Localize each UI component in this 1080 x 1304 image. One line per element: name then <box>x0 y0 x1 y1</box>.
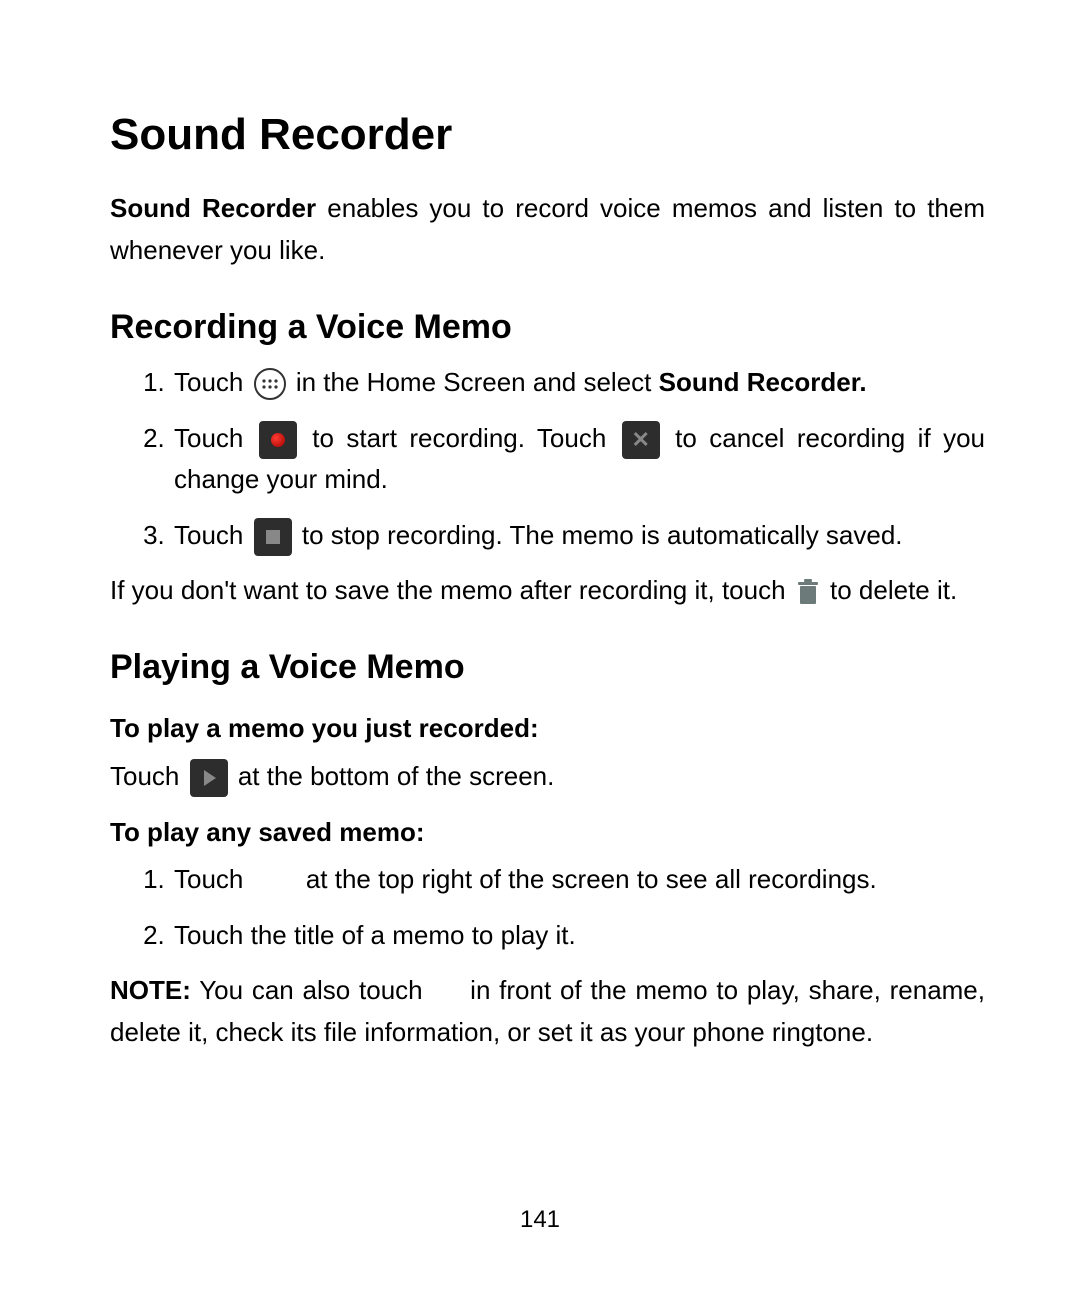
text: to start recording. Touch <box>312 423 618 453</box>
page-title: Sound Recorder <box>110 100 985 170</box>
trash-icon <box>796 577 820 607</box>
note-paragraph: NOTE: You can also touch in front of the… <box>110 970 985 1053</box>
apps-grid-icon <box>254 368 286 400</box>
delete-paragraph: If you don't want to save the memo after… <box>110 570 985 612</box>
text: at the top right of the screen to see al… <box>299 864 877 894</box>
text: Touch <box>174 423 256 453</box>
record-button-icon <box>259 421 297 459</box>
recording-steps-list: Touch in the Home Screen and select Soun… <box>110 362 985 556</box>
intro-paragraph: Sound Recorder enables you to record voi… <box>110 188 985 271</box>
section-playing-title: Playing a Voice Memo <box>110 640 985 694</box>
play-subheading-2: To play any saved memo: <box>110 812 985 854</box>
play-just-recorded: Touch at the bottom of the screen. <box>110 756 985 798</box>
section-recording-title: Recording a Voice Memo <box>110 300 985 354</box>
play-button-icon <box>190 759 228 797</box>
play-subheading-1: To play a memo you just recorded: <box>110 708 985 750</box>
text: at the bottom of the screen. <box>238 761 555 791</box>
saved-steps-list: Touch at the top right of the screen to … <box>110 859 985 956</box>
stop-button-icon <box>254 518 292 556</box>
page-number: 141 <box>0 1201 1080 1239</box>
text: Touch <box>110 761 187 791</box>
recording-step-1: Touch in the Home Screen and select Soun… <box>172 362 985 404</box>
saved-step-1: Touch at the top right of the screen to … <box>172 859 985 901</box>
text: If you don't want to save the memo after… <box>110 575 793 605</box>
text: Touch <box>174 864 251 894</box>
text: in the Home Screen and select <box>296 367 659 397</box>
app-name: Sound Recorder. <box>659 367 867 397</box>
recording-step-3: Touch to stop recording. The memo is aut… <box>172 515 985 557</box>
recording-step-2: Touch to start recording. Touch ✕ to can… <box>172 418 985 501</box>
text: to stop recording. The memo is automatic… <box>302 520 903 550</box>
saved-step-2: Touch the title of a memo to play it. <box>172 915 985 957</box>
note-label: NOTE: <box>110 975 191 1005</box>
text: Touch <box>174 520 251 550</box>
text: Touch <box>174 367 251 397</box>
text: to delete it. <box>830 575 957 605</box>
intro-bold: Sound Recorder <box>110 193 316 223</box>
text: You can also touch <box>191 975 432 1005</box>
cancel-button-icon: ✕ <box>622 421 660 459</box>
